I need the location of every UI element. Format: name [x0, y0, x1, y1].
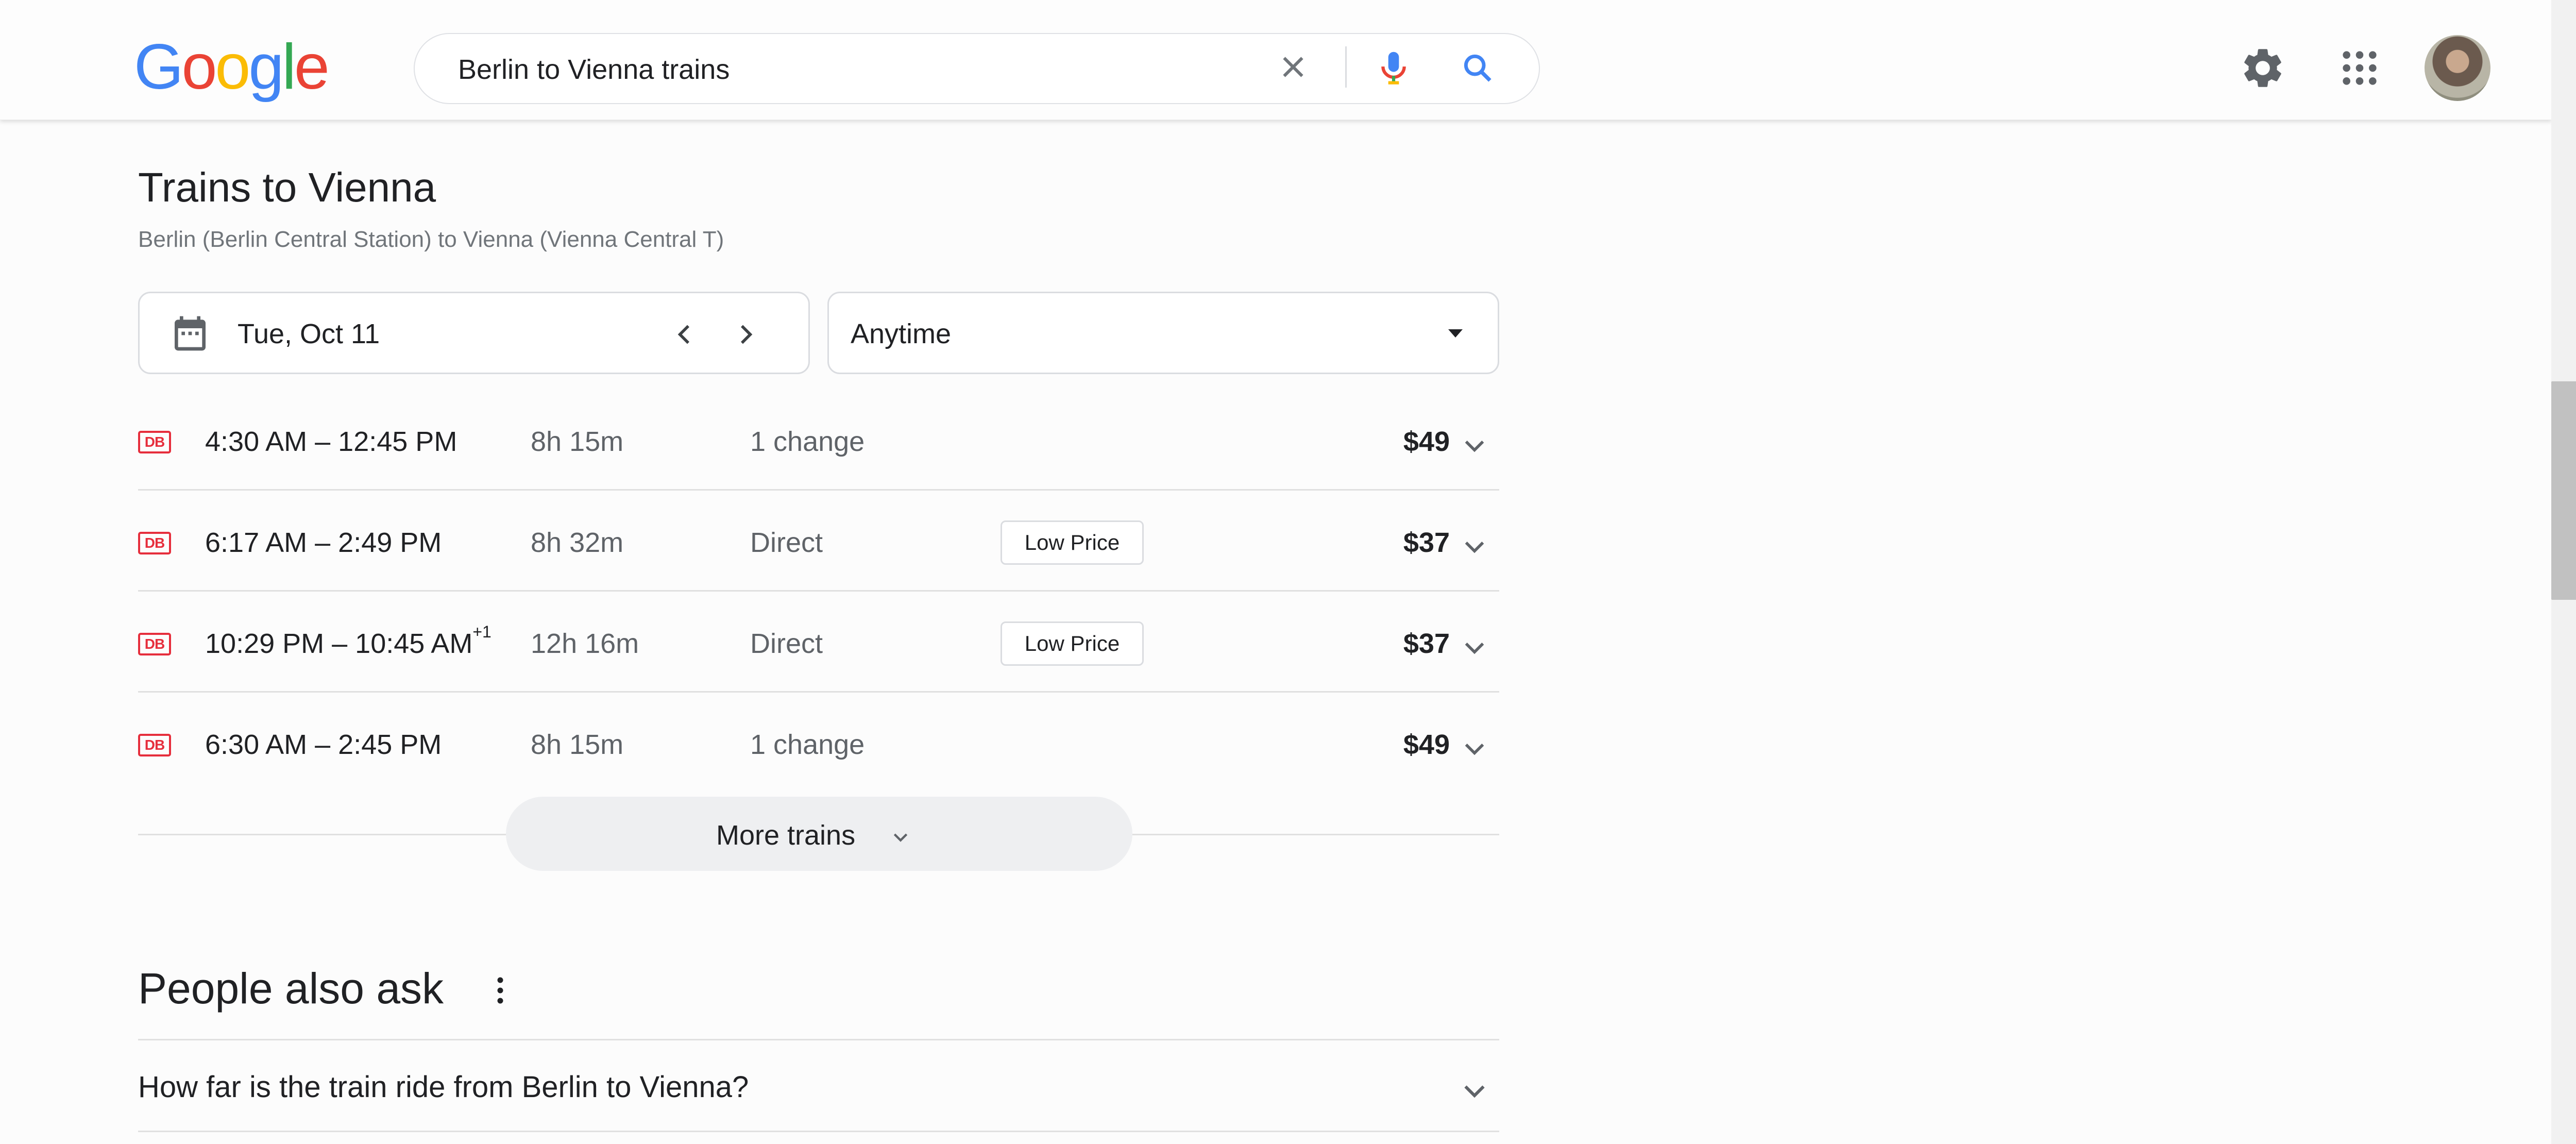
low-price-badge: Low Price [1001, 621, 1144, 666]
more-vert-icon[interactable] [493, 975, 508, 1006]
db-logo-icon: DB [138, 431, 171, 453]
search-input[interactable]: Berlin to Vienna trains [458, 54, 730, 86]
train-row[interactable]: DB 10:29 PM – 10:45 AM+1 12h 16m Direct … [138, 592, 1499, 693]
time-filter-value: Anytime [851, 318, 952, 349]
time-filter-dropdown[interactable]: Anytime [827, 292, 1499, 374]
chevron-down-icon [893, 833, 908, 842]
train-duration: 8h 32m [531, 527, 624, 558]
low-price-badge: Low Price [1001, 520, 1144, 565]
train-price: $37 [1403, 527, 1450, 558]
train-times: 10:29 PM – 10:45 AM+1 [205, 623, 492, 659]
chevron-down-icon[interactable] [1460, 532, 1489, 561]
train-price: $37 [1403, 628, 1450, 659]
date-value: Tue, Oct 11 [238, 318, 380, 349]
train-duration: 8h 15m [531, 729, 624, 760]
db-logo-icon: DB [138, 532, 171, 554]
train-times: 4:30 AM – 12:45 PM [205, 426, 457, 457]
search-icon[interactable] [1461, 52, 1494, 85]
train-duration: 8h 15m [531, 426, 624, 457]
date-picker[interactable]: Tue, Oct 11 [138, 292, 810, 374]
calendar-icon [175, 316, 206, 351]
train-times: 6:30 AM – 2:45 PM [205, 729, 442, 760]
chevron-left-icon[interactable] [670, 320, 699, 349]
paa-divider [138, 1131, 1499, 1132]
trains-subtitle: Berlin (Berlin Central Station) to Vienn… [138, 227, 724, 252]
db-logo-icon: DB [138, 734, 171, 756]
chevron-down-icon[interactable] [1460, 431, 1489, 460]
search-box[interactable]: Berlin to Vienna trains [414, 33, 1540, 104]
people-also-ask-title: People also ask [138, 964, 444, 1013]
trains-title: Trains to Vienna [138, 164, 436, 210]
chevron-down-icon[interactable] [1460, 734, 1489, 763]
train-changes: 1 change [750, 729, 865, 760]
train-row[interactable]: DB 4:30 AM – 12:45 PM 8h 15m 1 change $4… [138, 390, 1499, 491]
clear-icon[interactable] [1278, 52, 1309, 82]
train-price: $49 [1403, 729, 1450, 760]
chevron-down-icon[interactable] [1459, 1075, 1490, 1106]
train-duration: 12h 16m [531, 628, 639, 659]
train-changes: Direct [750, 527, 823, 558]
chevron-right-icon[interactable] [731, 320, 760, 349]
mic-icon[interactable] [1378, 51, 1410, 87]
apps-icon[interactable] [2340, 48, 2379, 88]
train-row[interactable]: DB 6:30 AM – 2:45 PM 8h 15m 1 change $49 [138, 693, 1499, 794]
scrollbar-thumb[interactable] [2551, 381, 2576, 600]
chevron-down-icon[interactable] [1460, 633, 1489, 662]
top-header: Google Berlin to Vienna trains [0, 0, 2551, 120]
db-logo-icon: DB [138, 633, 171, 655]
more-trains-button[interactable]: More trains [506, 797, 1132, 871]
train-price: $49 [1403, 426, 1450, 457]
caret-down-icon [1448, 329, 1463, 338]
google-logo[interactable]: Google [134, 35, 330, 99]
train-changes: 1 change [750, 426, 865, 457]
avatar[interactable] [2425, 35, 2490, 101]
train-times: 6:17 AM – 2:49 PM [205, 527, 442, 558]
settings-icon[interactable] [2239, 44, 2286, 92]
train-changes: Direct [750, 628, 823, 659]
paa-question[interactable]: How far is the train ride from Berlin to… [138, 1070, 749, 1104]
paa-divider [138, 1039, 1499, 1040]
more-trains-label: More trains [716, 820, 856, 851]
search-divider [1345, 46, 1347, 88]
train-row[interactable]: DB 6:17 AM – 2:49 PM 8h 32m Direct Low P… [138, 491, 1499, 592]
